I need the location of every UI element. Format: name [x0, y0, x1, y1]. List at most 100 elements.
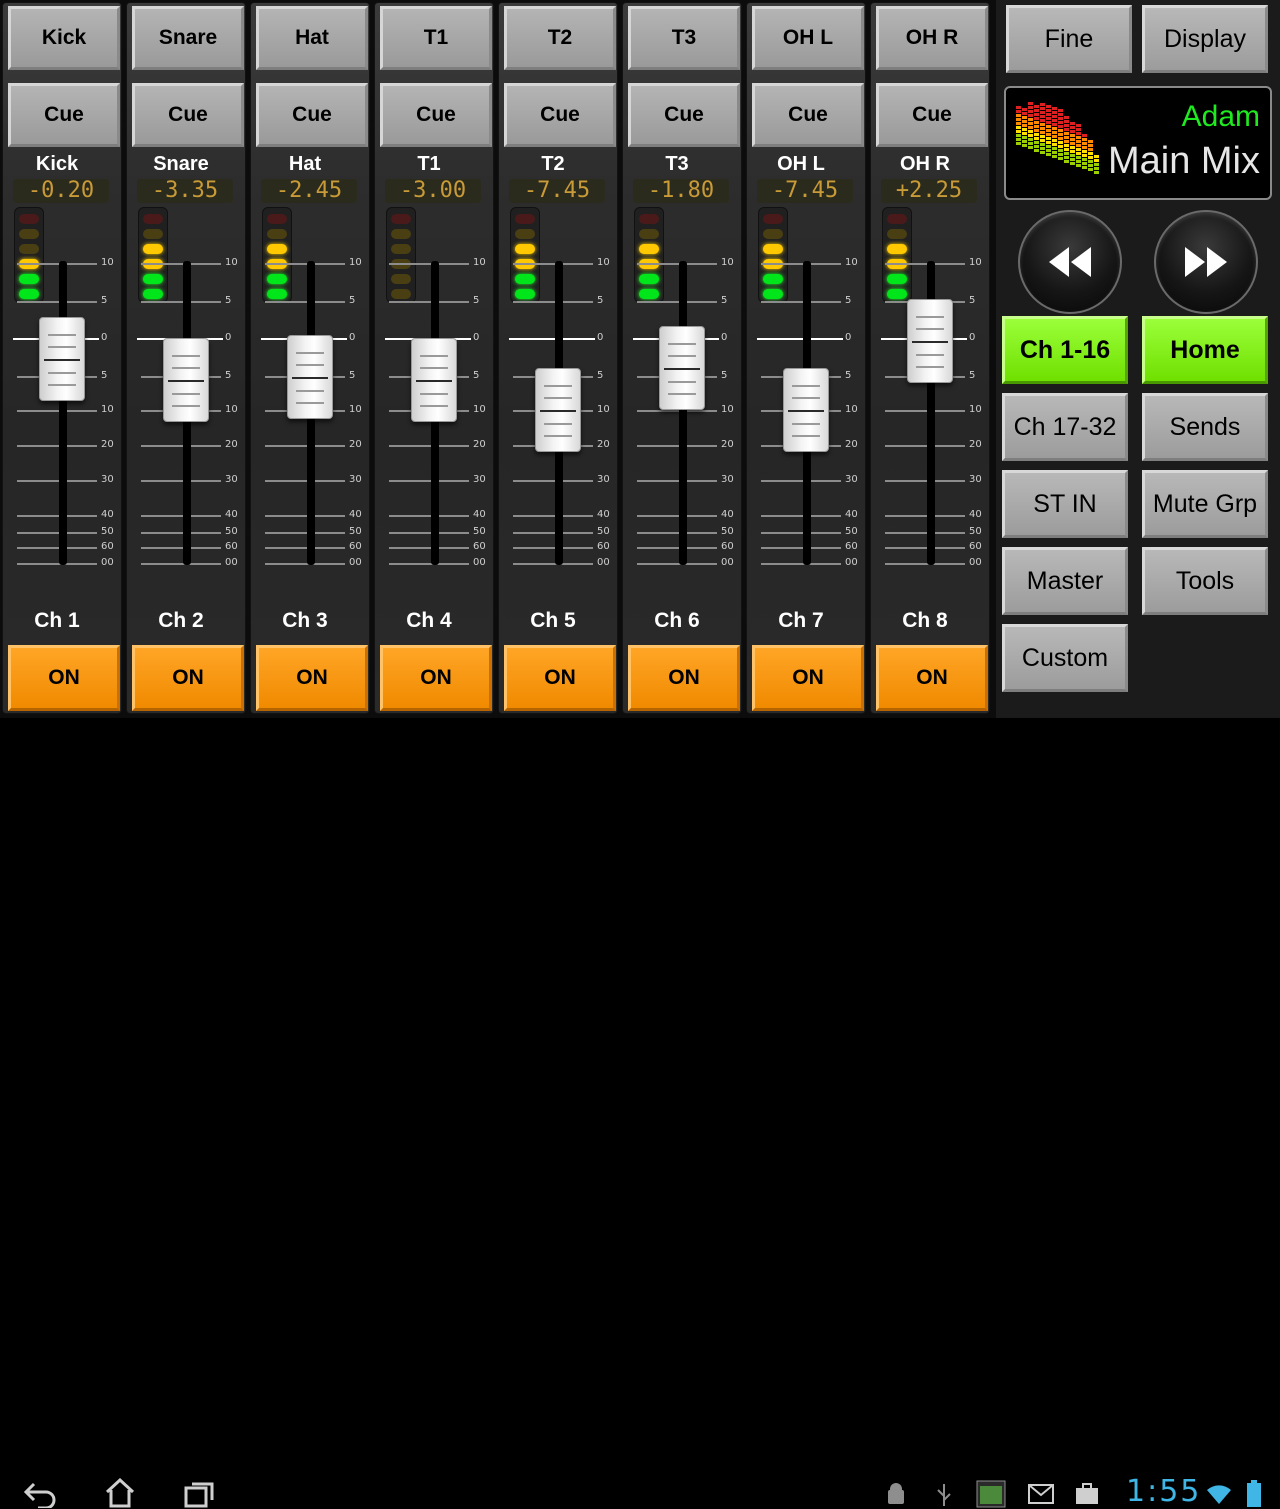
scale-tick [757, 338, 843, 340]
fader-handle[interactable] [783, 368, 829, 452]
usb-icon [937, 1484, 951, 1506]
scale-label: 0 [969, 332, 976, 343]
scale-label: 50 [721, 526, 734, 537]
back-icon[interactable] [24, 1480, 56, 1508]
recent-apps-icon[interactable] [184, 1480, 216, 1508]
fader-handle[interactable] [535, 368, 581, 452]
fader-handle[interactable] [287, 335, 333, 419]
channel-select-button[interactable]: Kick [8, 6, 120, 70]
nav-button-ch-1-16[interactable]: Ch 1-16 [1002, 316, 1128, 384]
scale-tick [885, 547, 965, 549]
cue-button[interactable]: Cue [8, 83, 120, 147]
scale-label: 5 [969, 295, 976, 306]
clock: 1:55 [1126, 1474, 1202, 1509]
nav-button-mute-grp[interactable]: Mute Grp [1142, 470, 1268, 538]
fader-handle[interactable] [411, 338, 457, 422]
fader-grip [420, 405, 448, 407]
nav-button-master[interactable]: Master [1002, 547, 1128, 615]
equalizer-bar [1070, 126, 1075, 129]
battery-icon [1247, 1480, 1261, 1507]
nav-button-custom[interactable]: Custom [1002, 624, 1128, 692]
scale-label: 00 [225, 557, 238, 568]
cue-button[interactable]: Cue [876, 83, 988, 147]
equalizer-bar [1052, 119, 1057, 122]
channel-on-button[interactable]: ON [380, 645, 492, 711]
channel-select-button[interactable]: OH R [876, 6, 988, 70]
fader-grip [172, 405, 200, 407]
channel-select-button[interactable]: OH L [752, 6, 864, 70]
channel-select-button[interactable]: T1 [380, 6, 492, 70]
nav-button-tools[interactable]: Tools [1142, 547, 1268, 615]
channel-select-button[interactable]: Hat [256, 6, 368, 70]
fader-handle[interactable] [659, 326, 705, 410]
channel-on-button[interactable]: ON [8, 645, 120, 711]
meter-led [515, 229, 535, 239]
channel-on-button[interactable]: ON [752, 645, 864, 711]
fader-grip [168, 380, 204, 382]
equalizer-bar [1094, 167, 1099, 170]
fader-grip [544, 385, 572, 387]
scale-tick [141, 532, 221, 534]
scale-tick [761, 515, 841, 517]
rewind-button[interactable] [1018, 210, 1122, 314]
fine-button[interactable]: Fine [1006, 5, 1132, 73]
fader-handle[interactable] [163, 338, 209, 422]
home-icon[interactable] [104, 1478, 136, 1508]
cue-button[interactable]: Cue [628, 83, 740, 147]
fader-grip [916, 316, 944, 318]
equalizer-bar [1028, 142, 1033, 145]
channel-on-button[interactable]: ON [256, 645, 368, 711]
nav-button-home[interactable]: Home [1142, 316, 1268, 384]
equalizer-bar [1082, 154, 1087, 157]
channel-on-button[interactable]: ON [628, 645, 740, 711]
channel-title: T2 [541, 153, 565, 175]
channel-title: Snare [153, 153, 209, 175]
channel-select-button[interactable]: Snare [132, 6, 244, 70]
equalizer-bar [1034, 113, 1039, 116]
app-notification-icon [976, 1480, 1006, 1508]
channel-select-button[interactable]: T3 [628, 6, 740, 70]
meter-led [267, 229, 287, 239]
equalizer-bar [1034, 149, 1039, 152]
scale-tick [513, 547, 593, 549]
cue-button[interactable]: Cue [380, 83, 492, 147]
fader-handle[interactable] [39, 317, 85, 401]
channel-number: Ch 7 [778, 609, 824, 632]
cue-button[interactable]: Cue [504, 83, 616, 147]
equalizer-bar [1058, 125, 1063, 128]
fast-forward-button[interactable] [1154, 210, 1258, 314]
channel-select-button[interactable]: T2 [504, 6, 616, 70]
equalizer-bar [1064, 116, 1069, 119]
cue-button[interactable]: Cue [256, 83, 368, 147]
equalizer-bar [1034, 141, 1039, 144]
channel-on-button[interactable]: ON [132, 645, 244, 711]
meter-led [515, 244, 535, 254]
scale-label: 50 [101, 526, 114, 537]
fader-grip [912, 341, 948, 343]
equalizer-bar [1052, 123, 1057, 126]
level-meter [758, 207, 788, 303]
scale-label: 00 [101, 557, 114, 568]
equalizer-bar [1070, 130, 1075, 133]
equalizer-bar [1046, 125, 1051, 128]
cue-button[interactable]: Cue [752, 83, 864, 147]
nav-button-sends[interactable]: Sends [1142, 393, 1268, 461]
fader-grip [544, 435, 572, 437]
nav-button-ch-17-32[interactable]: Ch 17-32 [1002, 393, 1128, 461]
equalizer-bar [1040, 131, 1045, 134]
equalizer-bar [1070, 158, 1075, 161]
channel-on-button[interactable]: ON [504, 645, 616, 711]
channel-on-button[interactable]: ON [876, 645, 988, 711]
fader-handle[interactable] [907, 299, 953, 383]
nav-button-st-in[interactable]: ST IN [1002, 470, 1128, 538]
meter-led [887, 214, 907, 224]
scale-label: 5 [349, 370, 356, 381]
meter-led [19, 229, 39, 239]
cue-button[interactable]: Cue [132, 83, 244, 147]
level-meter [262, 207, 292, 303]
scale-label: 5 [473, 295, 480, 306]
fader-grip [420, 367, 448, 369]
scale-label: 10 [969, 257, 982, 268]
equalizer-bar [1070, 162, 1075, 165]
display-button[interactable]: Display [1142, 5, 1268, 73]
